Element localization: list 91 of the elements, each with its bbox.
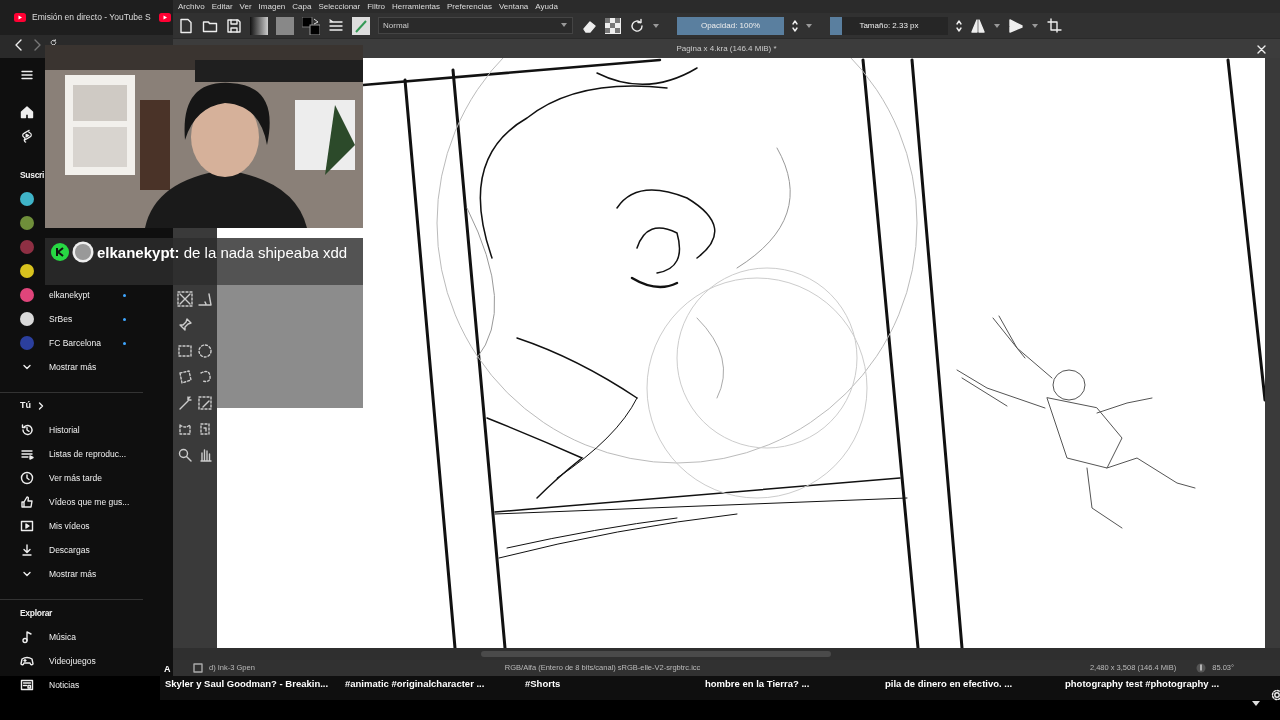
back-icon[interactable] <box>14 39 24 51</box>
video-play-icon[interactable] <box>158 13 171 22</box>
sidebar-item[interactable]: Vídeos que me gus... <box>20 490 130 514</box>
menu-item[interactable]: Ver <box>239 0 252 13</box>
download-icon[interactable] <box>20 543 34 557</box>
thumbs-up-icon[interactable] <box>20 495 34 509</box>
channel-item[interactable]: FC Barcelona <box>20 331 126 355</box>
mirror-vertical-icon[interactable] <box>1008 17 1024 34</box>
sidebar-item[interactable]: Noticias <box>20 673 80 697</box>
brush-icon[interactable] <box>193 663 203 673</box>
sidebar-item[interactable]: Mis vídeos <box>20 514 90 538</box>
sidebar-item[interactable]: Videojuegos <box>20 649 96 673</box>
video-title[interactable]: photography test #photography ... <box>1065 677 1245 692</box>
gamepad-icon[interactable] <box>20 654 34 668</box>
show-more-item[interactable]: Mostrar más <box>20 355 97 379</box>
menu-item[interactable]: Ayuda <box>535 0 558 13</box>
badge-icon <box>50 242 70 262</box>
save-icon[interactable] <box>226 17 242 34</box>
newspaper-icon[interactable] <box>20 678 34 692</box>
pin-icon[interactable] <box>177 316 193 333</box>
alpha-lock-icon[interactable] <box>605 17 621 34</box>
video-title[interactable]: Skyler y Saul Goodman? - Breakin... <box>165 677 345 692</box>
video-title[interactable]: #animatic #originalcharacter ... <box>345 677 525 692</box>
menu-item[interactable]: Filtro <box>367 0 385 13</box>
section-link[interactable]: Tú <box>20 394 44 418</box>
video-title[interactable]: #Shorts <box>525 677 705 692</box>
sidebar-item[interactable]: Listas de reproduc... <box>20 442 126 466</box>
gradient-swatch[interactable] <box>250 16 268 35</box>
video-title[interactable]: pila de dinero en efectivo. ... <box>885 677 1065 692</box>
channel-item[interactable]: SrBes <box>20 307 126 331</box>
clock-icon[interactable] <box>20 471 34 485</box>
menu-item[interactable]: Herramientas <box>392 0 441 13</box>
playlist-icon[interactable] <box>20 447 34 461</box>
history-icon[interactable] <box>20 423 34 437</box>
music-note-icon[interactable] <box>20 630 34 644</box>
brush-preset-icon[interactable] <box>352 16 370 35</box>
scrollbar-thumb[interactable] <box>481 651 831 657</box>
magnetic-select-icon[interactable] <box>197 420 213 437</box>
reload-icon[interactable] <box>50 39 57 46</box>
magic-wand-icon[interactable] <box>177 394 193 411</box>
reload-icon[interactable] <box>629 17 645 34</box>
channel-item[interactable]: elkanekypt <box>20 283 126 307</box>
transform-icon[interactable] <box>177 290 193 307</box>
sidebar-item[interactable]: Mostrar más <box>20 562 97 586</box>
shorts-icon[interactable] <box>20 129 34 143</box>
rect-select-icon[interactable] <box>177 342 193 359</box>
menu-icon[interactable] <box>20 68 34 82</box>
scrollbar[interactable] <box>1265 58 1280 648</box>
chevron-right-icon <box>38 401 44 410</box>
sidebar-item[interactable]: Ver más tarde <box>20 466 102 490</box>
caret-down-icon <box>561 23 567 28</box>
menu-item[interactable]: Editar <box>211 0 233 13</box>
polygon-select-icon[interactable] <box>177 368 193 385</box>
sidebar-item[interactable]: Música <box>20 625 76 649</box>
close-icon[interactable] <box>1257 45 1266 55</box>
menu-item[interactable]: Imagen <box>258 0 286 13</box>
zoom-icon[interactable] <box>177 446 193 463</box>
new-document-icon[interactable] <box>178 17 194 34</box>
mirror-horizontal-icon[interactable] <box>970 17 986 34</box>
video-play-icon <box>14 13 26 22</box>
brush-settings-icon[interactable] <box>328 17 344 34</box>
document-title[interactable]: Pagina x 4.kra (146.4 MiB) * <box>676 42 777 55</box>
sidebar-item[interactable]: Historial <box>20 418 80 442</box>
forward-icon[interactable] <box>32 39 42 51</box>
measure-icon[interactable] <box>197 290 213 307</box>
spinner-icon[interactable] <box>792 18 798 33</box>
wrap-around-icon[interactable] <box>1046 17 1062 34</box>
section-heading: Suscri <box>20 168 45 182</box>
menu-item[interactable]: Preferencias <box>447 0 492 13</box>
rotation-icon[interactable] <box>1196 663 1207 673</box>
blend-mode-dropdown[interactable]: Normal <box>378 17 573 34</box>
shelf-heading: A <box>164 663 171 676</box>
color-select-icon[interactable] <box>197 394 213 411</box>
play-box-icon[interactable] <box>20 519 34 533</box>
pattern-swatch[interactable] <box>276 16 294 35</box>
menu-item[interactable]: Seleccionar <box>318 0 361 13</box>
opacity-slider[interactable]: Opacidad: 100% <box>677 16 784 35</box>
color-swap-icon[interactable] <box>302 16 320 35</box>
home-icon[interactable] <box>20 105 34 119</box>
ellipse-select-icon[interactable] <box>197 342 213 359</box>
menu-item[interactable]: Capa <box>292 0 312 13</box>
spinner-icon[interactable] <box>956 18 962 33</box>
size-slider[interactable]: Tamaño: 2.33 px <box>830 16 948 35</box>
chat-message: elkanekypt: de la nada shipeaba xdd <box>48 241 360 263</box>
section-heading: Explorar <box>20 606 53 620</box>
menu-item[interactable]: Ventana <box>498 0 529 13</box>
menu-item[interactable]: Archivo <box>178 0 205 13</box>
user-avatar <box>72 241 94 263</box>
video-title[interactable]: hombre en la Tierra? ... <box>705 677 885 692</box>
settings-icon[interactable] <box>1270 688 1280 701</box>
sidebar-item[interactable]: Descargas <box>20 538 90 562</box>
